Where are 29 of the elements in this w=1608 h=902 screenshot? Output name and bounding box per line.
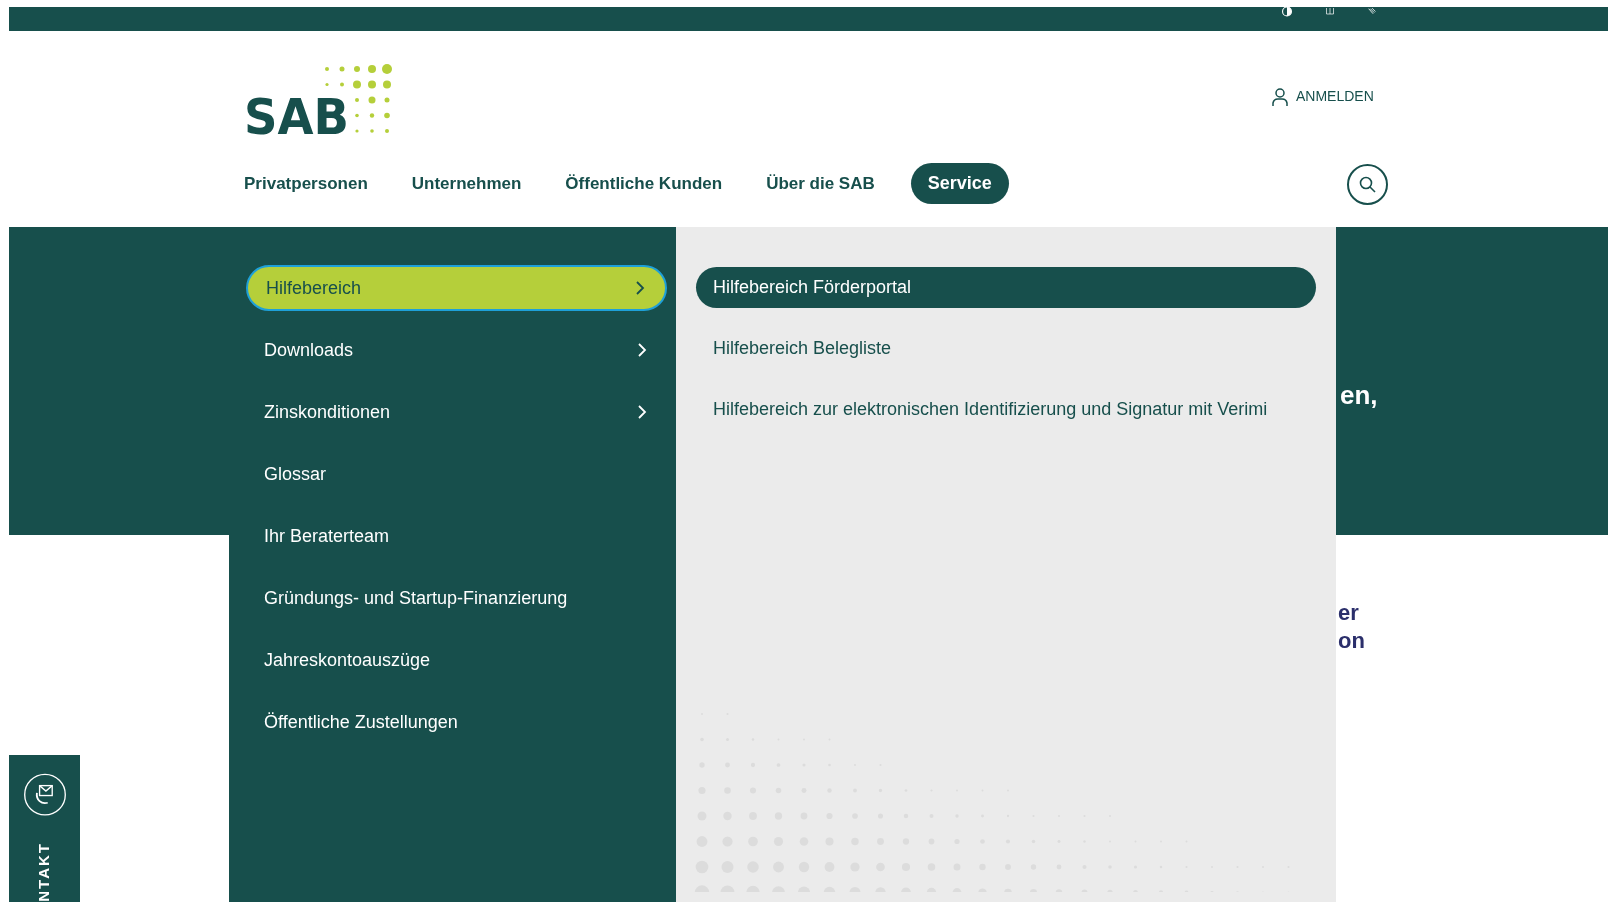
menu-item[interactable]: Öffentliche Zustellungen xyxy=(246,699,667,745)
body-heading: er xyxy=(1338,599,1359,627)
menu-item[interactable]: Ihr Beraterteam xyxy=(246,513,667,559)
nav-tab[interactable]: Öffentliche Kunden xyxy=(557,163,731,204)
menu-item[interactable]: Zinskonditionen xyxy=(246,389,667,435)
menu-item[interactable]: Jahreskontoauszüge xyxy=(246,637,667,683)
chevron-right-icon xyxy=(635,280,645,296)
contact-tab[interactable]: NTAKT xyxy=(9,755,80,902)
menu-item[interactable]: Glossar xyxy=(246,451,667,497)
menu-item[interactable]: Hilfebereich xyxy=(246,265,667,311)
user-icon xyxy=(1272,87,1288,106)
submenu-item[interactable]: Hilfebereich zur elektronischen Identifizierung und Signatur mit Verimi xyxy=(696,389,1316,430)
nav-tab[interactable]: Über die SAB xyxy=(758,163,883,204)
submenu-item[interactable]: Hilfebereich Förderportal xyxy=(696,267,1316,308)
nav-tab[interactable]: Privatpersonen xyxy=(236,163,376,204)
hero-heading: en, xyxy=(1340,379,1378,412)
nav-tab[interactable]: Unternehmen xyxy=(403,163,530,204)
submenu-item[interactable]: Hilfebereich Belegliste xyxy=(696,328,1316,369)
menu-item[interactable]: Downloads xyxy=(246,327,667,373)
search-icon xyxy=(1358,175,1377,194)
login-button[interactable]: ANMELDEN xyxy=(1272,86,1374,107)
nav-tab[interactable]: Service xyxy=(910,163,1009,204)
body-heading: on xyxy=(1338,627,1365,655)
contact-label: NTAKT xyxy=(34,842,54,902)
chevron-right-icon xyxy=(637,404,647,420)
sab-logo[interactable]: SAB xyxy=(244,62,396,138)
search-button[interactable] xyxy=(1347,164,1388,205)
menu-item[interactable]: Gründungs- und Startup-Finanzierung xyxy=(246,575,667,621)
chevron-right-icon xyxy=(637,342,647,358)
